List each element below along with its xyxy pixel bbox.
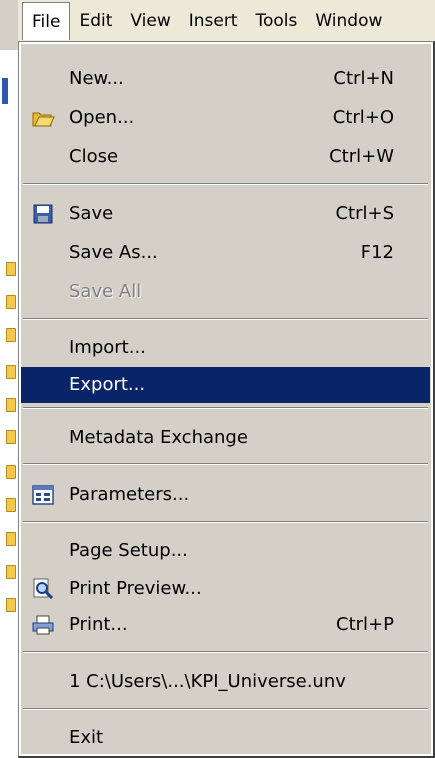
file-menu-body: New... Ctrl+N Open... Ctrl+O Close Ctrl+… [21,44,431,754]
menu-item-label: Exit [69,727,104,748]
menu-item-shortcut: F12 [360,242,394,263]
menu-file[interactable]: File [22,1,71,40]
menu-item-label: 1 C:\Users\...\KPI_Universe.unv [69,671,346,692]
folder-icon [6,262,16,276]
menu-item-save-all: Save All [21,274,430,310]
menu-item-label: Print... [69,614,128,635]
menu-item-new[interactable]: New... Ctrl+N [21,61,430,97]
menu-item-shortcut: Ctrl+W [329,146,394,167]
folder-icon [6,398,16,412]
folder-icon [6,565,16,579]
menu-item-parameters[interactable]: Parameters... [21,477,430,513]
menu-item-shortcut: Ctrl+S [335,203,394,224]
menu-view[interactable]: View [121,2,179,40]
folder-icon [6,295,16,309]
menu-item-close[interactable]: Close Ctrl+W [21,139,430,175]
menu-window-label: Window [315,10,383,31]
print-preview-icon [31,577,55,601]
folder-icon [6,328,16,342]
menu-separator [23,183,428,185]
menu-item-label: Save As... [69,242,158,263]
menu-edit-label: Edit [79,10,113,31]
menu-item-label: Parameters... [69,484,190,505]
menu-bar: File Edit View Insert Tools Window [18,0,435,42]
printer-icon [31,613,55,637]
menu-item-label: Import... [69,337,146,358]
menu-item-export[interactable]: Export... [21,367,430,403]
folder-icon [6,430,16,444]
menu-item-print-preview[interactable]: Print Preview... [21,571,430,607]
menu-item-open[interactable]: Open... Ctrl+O [21,100,430,136]
menu-tools-label: Tools [255,10,298,31]
menu-item-label: Open... [69,107,135,128]
menu-item-metadata-exchange[interactable]: Metadata Exchange [21,420,430,456]
background-tree-panel [0,50,20,758]
menu-item-exit[interactable]: Exit [21,720,430,756]
menu-item-page-setup[interactable]: Page Setup... [21,533,430,569]
menu-item-label: Page Setup... [69,540,188,561]
open-folder-icon [31,106,55,130]
menu-separator [23,318,428,320]
menu-view-label: View [130,10,171,31]
menu-separator [23,407,428,409]
folder-icon [6,465,16,479]
menu-item-recent-file-1[interactable]: 1 C:\Users\...\KPI_Universe.unv [21,664,430,700]
menu-insert-label: Insert [188,10,238,31]
menu-tools[interactable]: Tools [246,2,306,40]
menu-item-print[interactable]: Print... Ctrl+P [21,607,430,643]
menu-file-label: File [32,11,61,32]
menu-insert[interactable]: Insert [180,2,247,40]
menu-item-save-as[interactable]: Save As... F12 [21,235,430,271]
file-menu-dropdown: New... Ctrl+N Open... Ctrl+O Close Ctrl+… [18,41,435,758]
menu-item-import[interactable]: Import... [21,330,430,366]
menu-item-save[interactable]: Save Ctrl+S [21,196,430,232]
menu-separator [23,463,428,465]
folder-icon [6,365,16,379]
menu-separator [23,708,428,710]
floppy-disk-icon [31,202,55,226]
menu-item-label: New... [69,68,124,89]
folder-icon [6,532,16,546]
folder-icon [6,498,16,512]
menu-item-label: Export... [69,374,146,395]
menu-item-shortcut: Ctrl+P [336,614,394,635]
menu-item-label: Save All [69,281,142,302]
menu-item-label: Print Preview... [69,578,202,599]
menu-item-shortcut: Ctrl+N [333,68,394,89]
folder-icon [6,598,16,612]
menu-edit[interactable]: Edit [70,2,121,40]
menu-separator [23,521,428,523]
menu-window[interactable]: Window [306,2,391,40]
menu-item-label: Metadata Exchange [69,427,248,448]
menu-item-label: Save [69,203,114,224]
background-fragment [2,78,8,104]
menu-item-label: Close [69,146,119,167]
parameters-icon [31,483,55,507]
menu-separator [23,651,428,653]
menu-item-shortcut: Ctrl+O [332,107,394,128]
